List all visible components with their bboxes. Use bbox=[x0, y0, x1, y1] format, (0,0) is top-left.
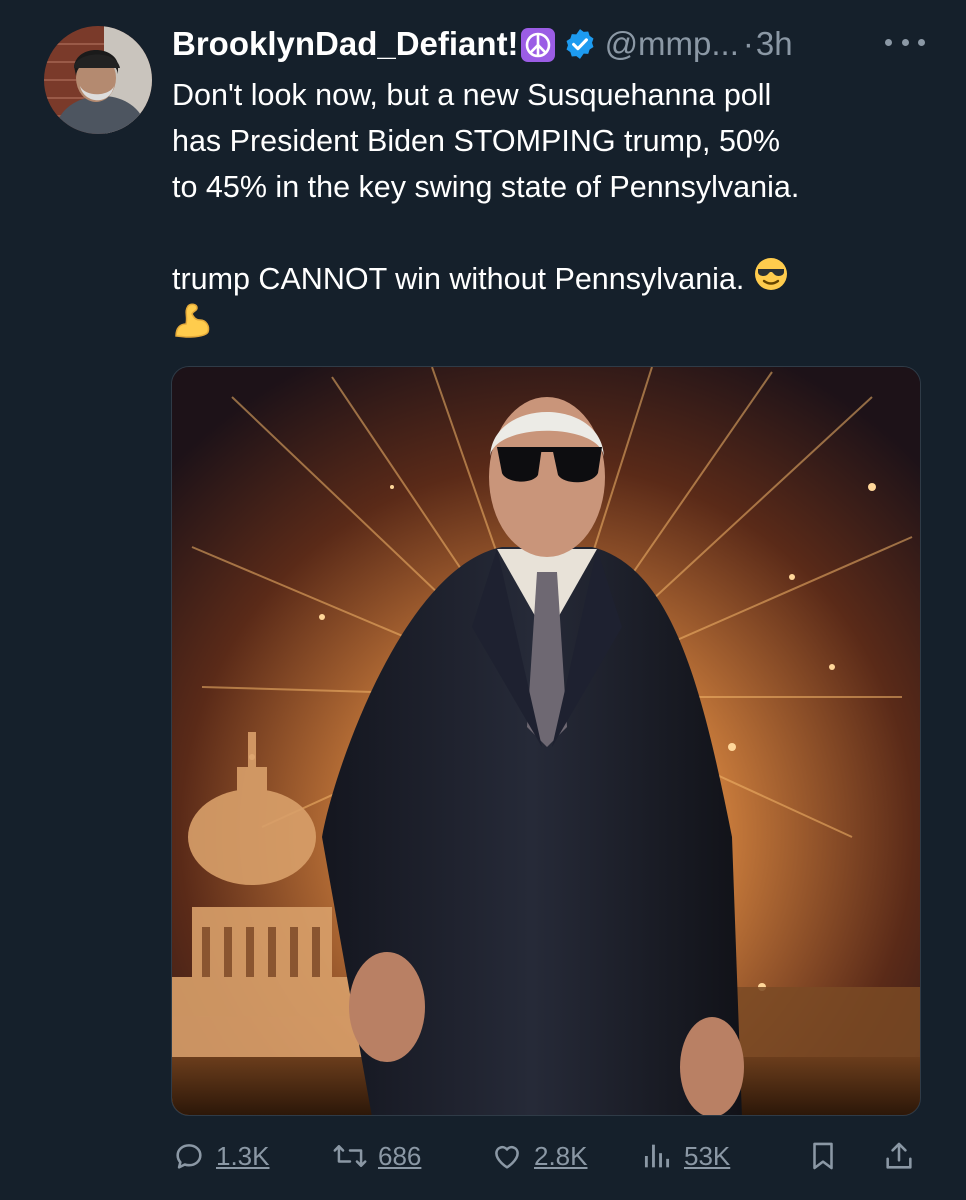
reply-button[interactable]: 1.3K bbox=[172, 1130, 270, 1182]
repost-count: 686 bbox=[378, 1140, 422, 1171]
action-bar: 1.3K 686 2.8K 53K bbox=[172, 1130, 932, 1182]
tweet-text-line bbox=[172, 302, 932, 348]
tweet-text-line: trump CANNOT win without Pennsylvania. bbox=[172, 256, 932, 302]
like-button[interactable]: 2.8K bbox=[490, 1130, 588, 1182]
views-button[interactable]: 53K bbox=[640, 1130, 730, 1182]
photo bbox=[172, 367, 920, 1115]
avatar[interactable] bbox=[44, 26, 152, 134]
tweet-image[interactable] bbox=[171, 366, 921, 1116]
handle[interactable]: @mmp... bbox=[605, 25, 739, 63]
more-options-icon[interactable] bbox=[885, 30, 925, 54]
timestamp[interactable]: 3h bbox=[756, 25, 793, 63]
like-count: 2.8K bbox=[534, 1140, 588, 1171]
tweet-text-line: has President Biden STOMPING trump, 50% bbox=[172, 124, 781, 158]
separator-dot: · bbox=[742, 25, 754, 62]
tweet-text-line: Don't look now, but a new Susquehanna po… bbox=[172, 78, 772, 112]
view-count: 53K bbox=[684, 1140, 731, 1171]
share-icon bbox=[886, 1142, 912, 1169]
tweet-text: Don't look now, but a new Susquehanna po… bbox=[172, 72, 932, 348]
tweet-text-line-4: trump CANNOT win without Pennsylvania. bbox=[172, 262, 745, 296]
views-chart-icon bbox=[644, 1144, 670, 1168]
bookmark-button[interactable] bbox=[806, 1130, 850, 1182]
tweet-text-line: to 45% in the key swing state of Pennsyl… bbox=[172, 170, 800, 204]
tweet[interactable]: BrooklynDad_Defiant! @mmp... · 3h Don't … bbox=[0, 0, 966, 1200]
display-name[interactable]: BrooklynDad_Defiant! bbox=[172, 25, 519, 63]
share-button[interactable] bbox=[882, 1130, 926, 1182]
repost-icon bbox=[333, 1145, 367, 1167]
smiling-face-with-sunglasses-emoji bbox=[753, 256, 789, 305]
verified-badge-icon[interactable] bbox=[563, 27, 597, 61]
reply-icon bbox=[176, 1144, 202, 1169]
flexed-biceps-emoji bbox=[172, 302, 212, 351]
heart-icon bbox=[495, 1145, 519, 1169]
bookmark-icon bbox=[813, 1142, 833, 1170]
repost-button[interactable]: 686 bbox=[332, 1130, 421, 1182]
tweet-header: BrooklynDad_Defiant! @mmp... · 3h bbox=[172, 22, 932, 66]
reply-count: 1.3K bbox=[216, 1140, 270, 1171]
peace-symbol-icon bbox=[520, 28, 555, 62]
